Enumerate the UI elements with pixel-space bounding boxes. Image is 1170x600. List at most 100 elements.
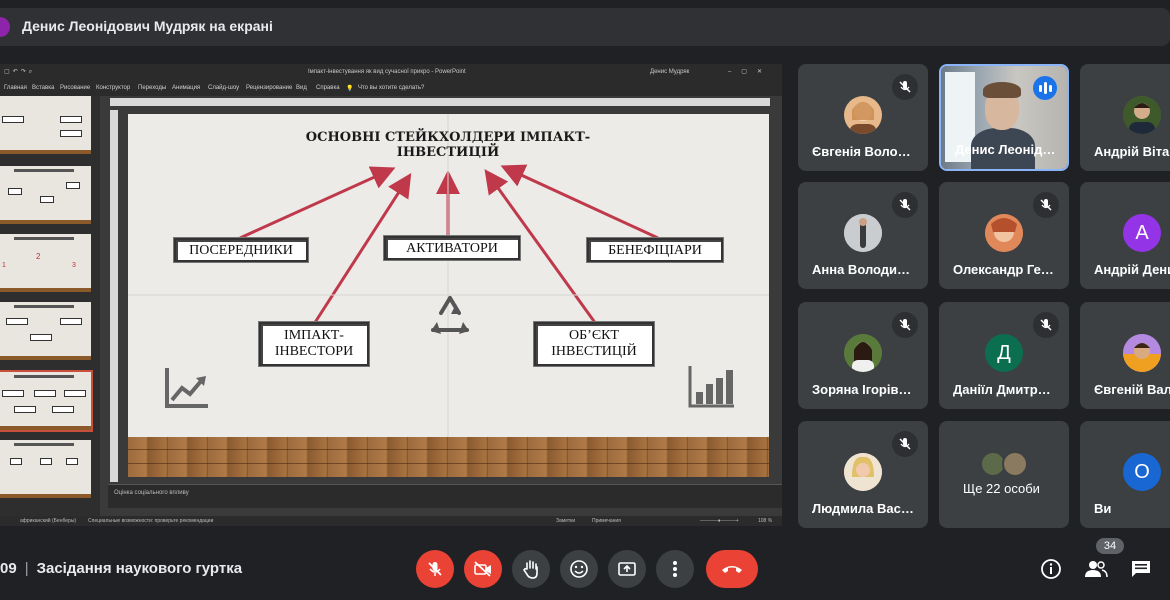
ribbon-tab-transitions[interactable]: Переходы (138, 85, 166, 91)
avatar: О (1123, 453, 1161, 491)
slide-notes-text: Оцінка соціального впливу (114, 490, 189, 496)
slide-thumbnails[interactable]: 1 2 3 (0, 96, 100, 516)
box-beneficiaries: БЕНЕФІЦІАРИ (587, 238, 723, 262)
slide-thumbnail[interactable]: 1 2 3 (0, 234, 91, 292)
mic-off-icon (1033, 312, 1059, 338)
more-participants-tile[interactable]: Ще 22 особи (939, 421, 1069, 528)
zoom-slider[interactable]: –———●———+ (700, 518, 739, 524)
vertical-ruler (110, 110, 118, 482)
participant-name: Ви (1094, 501, 1112, 516)
ribbon-tab-slideshow[interactable]: Слайд-шоу (208, 85, 239, 91)
ribbon-tab-insert[interactable]: Вставка (32, 85, 54, 91)
avatar (844, 214, 882, 252)
phone-hangup-icon (722, 566, 742, 573)
raise-hand-button[interactable] (512, 550, 550, 588)
participant-tile[interactable]: Олександр Ге… (939, 182, 1069, 289)
mic-off-icon (892, 312, 918, 338)
meeting-details-button[interactable] (1038, 556, 1064, 582)
ribbon-tab-home[interactable]: Главная (4, 85, 27, 91)
participants-count-badge: 34 (1096, 538, 1124, 554)
participant-tile[interactable]: А Андрій Дени… (1080, 182, 1170, 289)
status-notes-button[interactable]: Заметки (556, 518, 575, 524)
participant-name: Людмила Вас… (812, 501, 914, 516)
chat-button[interactable] (1128, 556, 1154, 582)
status-comments-button[interactable]: Примечания (592, 518, 621, 524)
shared-screen[interactable]: ▢↶↷⌕ Імпакт-інвестування як вид сучасної… (0, 64, 782, 526)
zoom-level[interactable]: 108 % (758, 518, 772, 524)
meeting-details: 09 | Засідання наукового гуртка (0, 560, 243, 577)
chat-icon (1132, 561, 1150, 577)
avatar (1123, 334, 1161, 372)
mic-off-icon (428, 562, 442, 576)
ribbon-search-hint[interactable]: Что вы хотите сделать? (358, 85, 424, 91)
participant-name: Зоряна Ігорів… (812, 382, 912, 397)
emoji-icon (570, 560, 588, 578)
box-intermediaries: ПОСЕРЕДНИКИ (174, 238, 308, 262)
avatar: А (1123, 214, 1161, 252)
recycle-icon (431, 296, 469, 334)
ribbon-tab-review[interactable]: Рецензирование (246, 85, 292, 91)
ppt-user-name[interactable]: Денис Мудряк (650, 69, 689, 75)
present-icon (618, 562, 636, 576)
avatar (844, 453, 882, 491)
mic-toggle-button[interactable] (416, 550, 454, 588)
mic-off-icon (892, 431, 918, 457)
avatar (1123, 96, 1161, 134)
participant-tile[interactable]: Д Даніїл Дмитр… (939, 302, 1069, 409)
more-options-button[interactable] (656, 550, 694, 588)
status-language[interactable]: африканский (Бенберы) (20, 518, 76, 524)
participant-tile[interactable]: Зоряна Ігорів… (798, 302, 928, 409)
participant-tile[interactable]: Євгеній Вал… (1080, 302, 1170, 409)
more-participants-label: Ще 22 особи (963, 481, 1040, 496)
participants-button[interactable] (1083, 556, 1109, 582)
presenter-bar: Денис Леонідович Мудряк на екрані (0, 8, 1170, 46)
participant-name: Євгенія Воло… (812, 144, 911, 159)
more-vert-icon (673, 561, 677, 577)
box-activators: АКТИВАТОРИ (384, 236, 520, 260)
horizontal-ruler (110, 98, 770, 106)
slide-thumbnail[interactable] (0, 440, 91, 498)
avatar: Д (985, 334, 1023, 372)
info-icon (1041, 559, 1061, 579)
avatar (844, 334, 882, 372)
meeting-title: Засідання наукового гуртка (36, 560, 243, 577)
lightbulb-icon: 💡 (346, 86, 354, 92)
people-icon (1085, 561, 1108, 578)
ppt-ribbon: Главная Вставка Рисование Конструктор Пе… (0, 82, 782, 96)
status-accessibility[interactable]: Специальные возможности: проверьте реком… (88, 518, 213, 524)
meeting-time: 09 (0, 560, 17, 577)
speaking-indicator-icon (1033, 76, 1057, 100)
self-tile[interactable]: О Ви (1080, 421, 1170, 528)
participant-tile[interactable]: Людмила Вас… (798, 421, 928, 528)
ribbon-tab-animations[interactable]: Анимация (172, 85, 200, 91)
participant-tile[interactable]: Андрій Віта… (1080, 64, 1170, 171)
participant-name: Даніїл Дмитр… (953, 382, 1051, 397)
camera-toggle-button[interactable] (464, 550, 502, 588)
participant-name: Євгеній Вал… (1094, 382, 1170, 397)
window-controls-icon[interactable]: –▢✕ (728, 68, 772, 75)
meet-window: Денис Леонідович Мудряк на екрані ▢↶↷⌕ І… (0, 0, 1170, 600)
reactions-button[interactable] (560, 550, 598, 588)
ribbon-tab-design[interactable]: Конструктор (96, 85, 130, 91)
participant-name: Андрій Дени… (1094, 262, 1170, 277)
participant-tile-active-speaker[interactable]: Денис Леонід… (939, 64, 1069, 171)
leave-call-button[interactable] (706, 550, 758, 588)
present-screen-button[interactable] (608, 550, 646, 588)
bar-chart-icon (688, 366, 734, 408)
ribbon-tab-view[interactable]: Вид (296, 85, 307, 91)
slide-thumbnail-active[interactable] (0, 370, 93, 432)
participant-name: Анна Володи… (812, 262, 911, 277)
slide-notes[interactable]: Оцінка соціального впливу (108, 484, 782, 508)
participant-tile[interactable]: Анна Володи… (798, 182, 928, 289)
slide-thumbnail[interactable] (0, 302, 91, 360)
slide-thumbnail[interactable] (0, 166, 91, 224)
thumb-number: 1 (2, 262, 6, 269)
ribbon-tab-draw[interactable]: Рисование (60, 85, 90, 91)
quick-access-icons[interactable]: ▢↶↷⌕ (4, 68, 35, 76)
current-slide[interactable]: ОСНОВНІ СТЕЙКХОЛДЕРИ ІМПАКТ-ІНВЕСТИЦІЙ П… (128, 114, 769, 477)
slide-thumbnail[interactable] (0, 96, 91, 154)
box-impact-investors: ІМПАКТ-ІНВЕСТОРИ (259, 322, 369, 366)
ppt-status-bar: африканский (Бенберы) Специальные возмож… (0, 516, 782, 526)
participant-tile[interactable]: Євгенія Воло… (798, 64, 928, 171)
ribbon-tab-help[interactable]: Справка (316, 85, 340, 91)
